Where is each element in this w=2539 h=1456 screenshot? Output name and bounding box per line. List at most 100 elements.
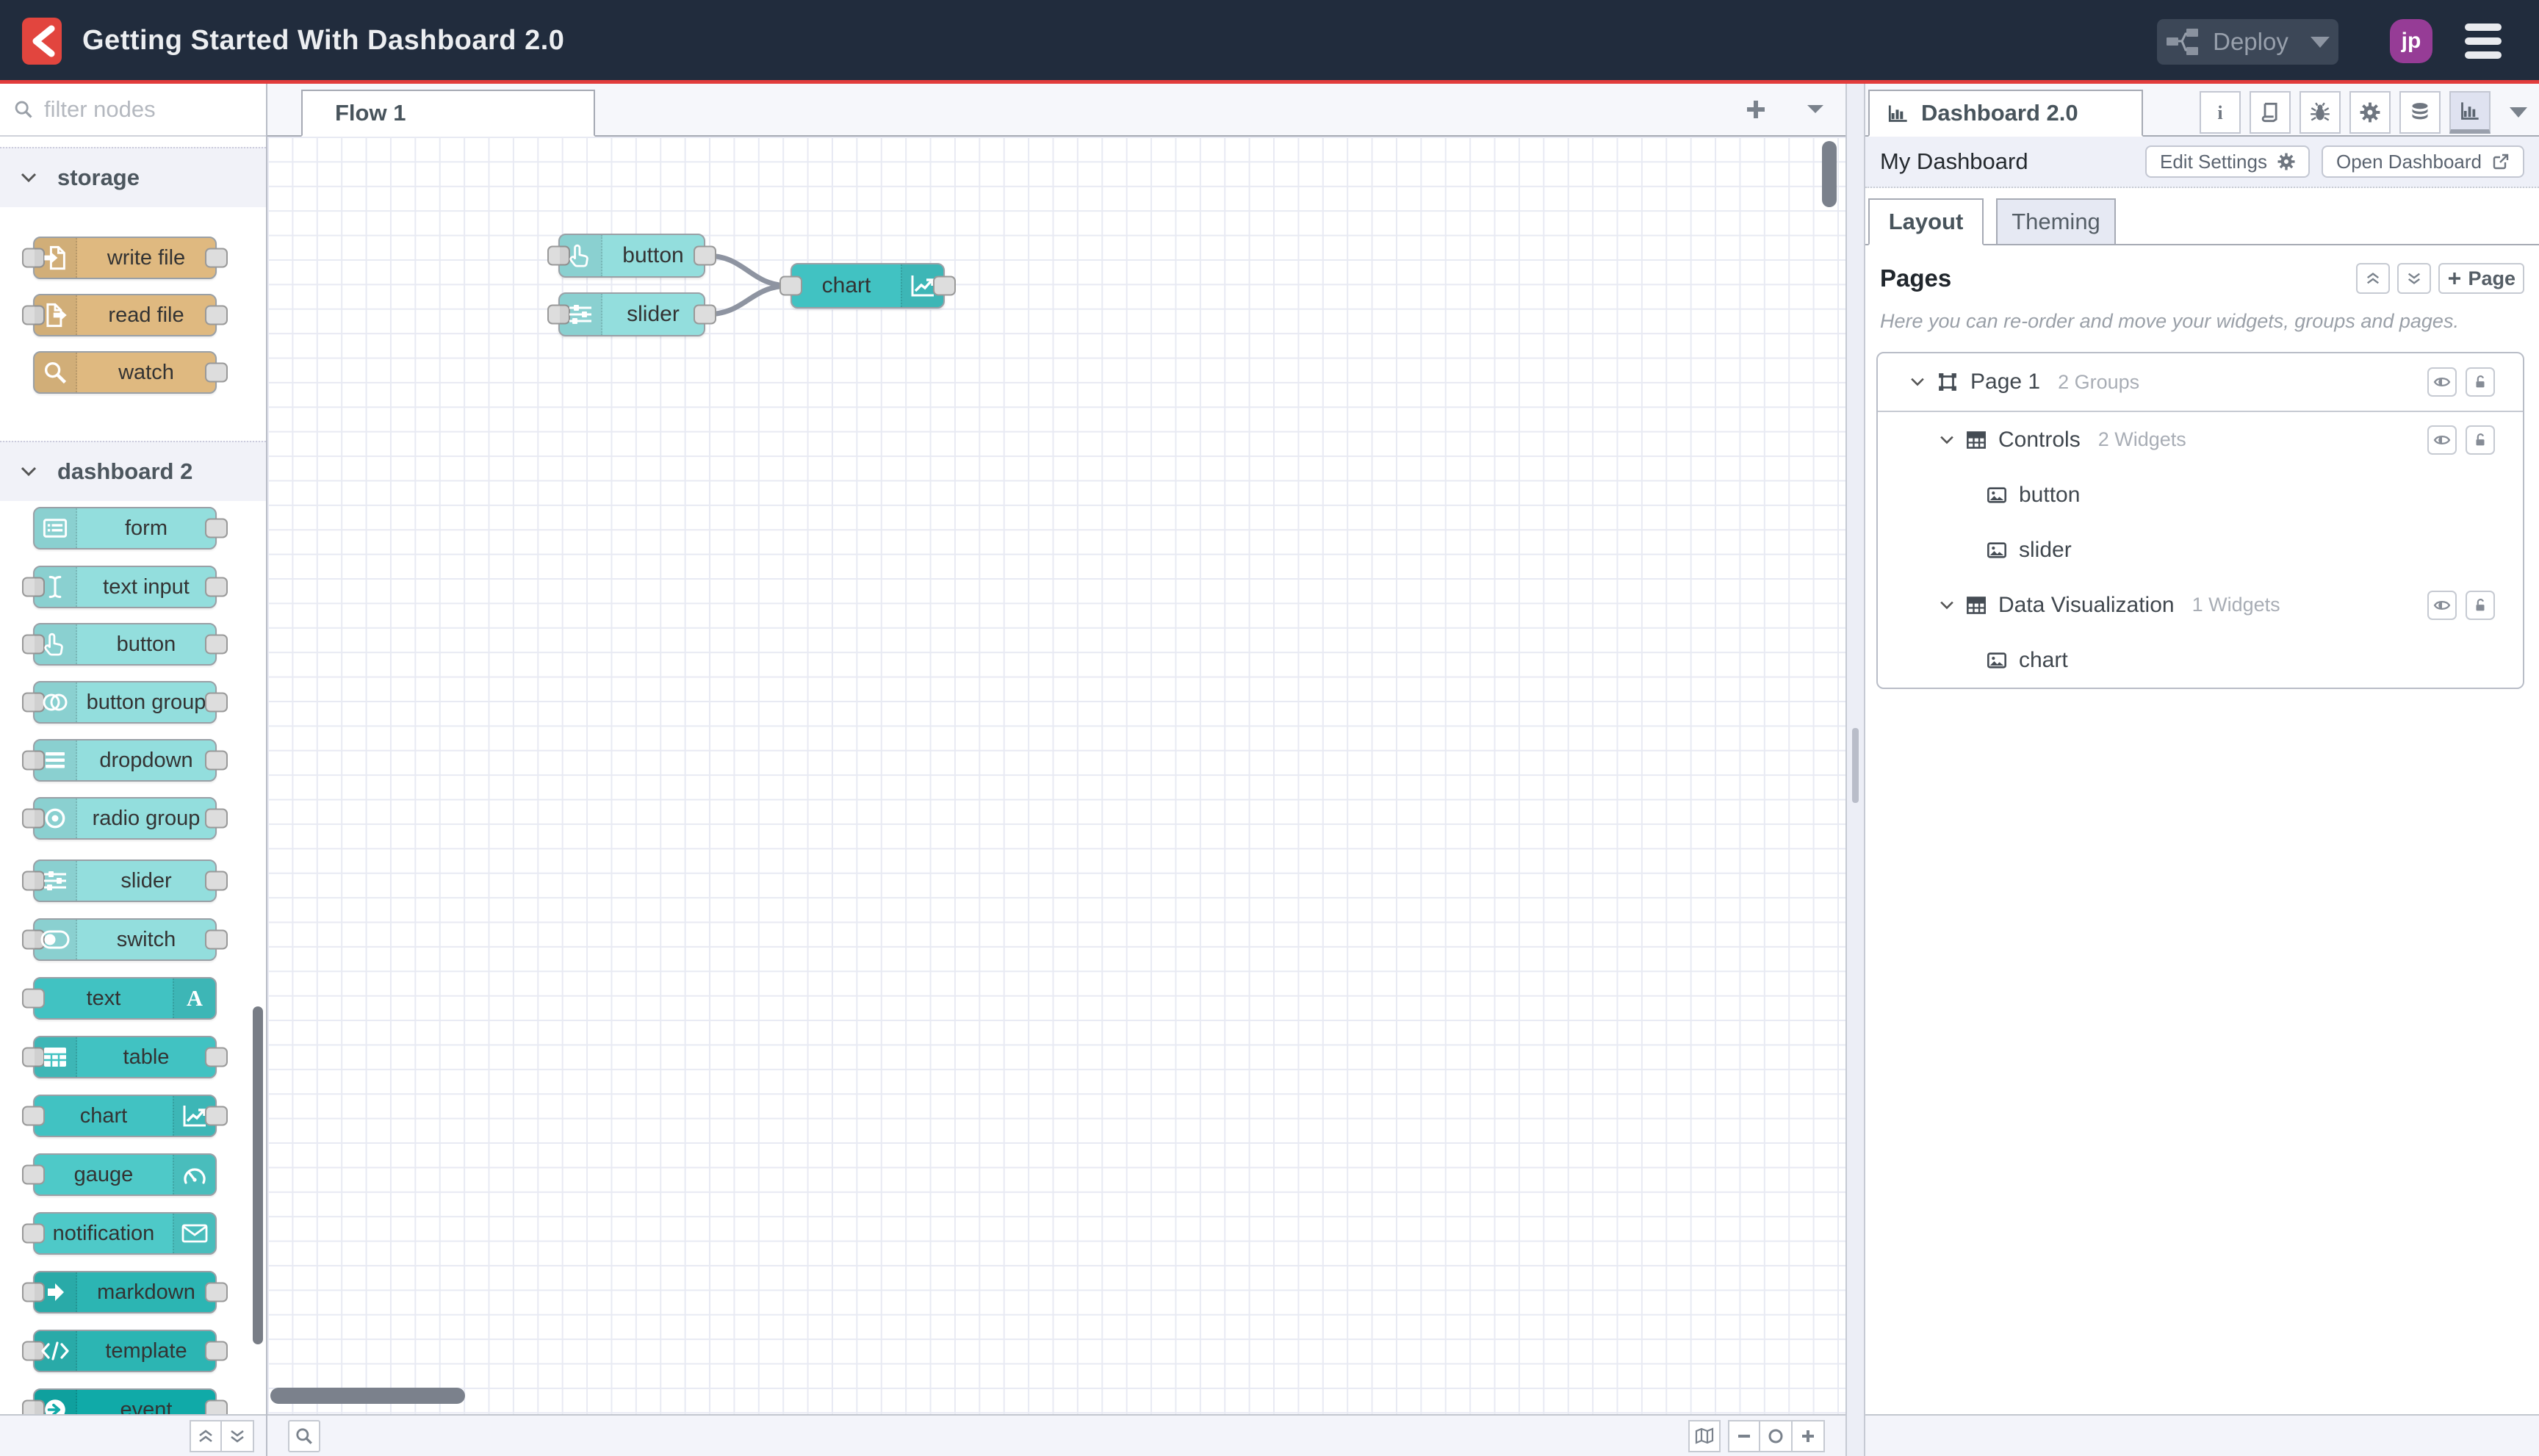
palette-node-text-input[interactable]: text input bbox=[22, 566, 228, 608]
flow-canvas[interactable]: button slider chart bbox=[267, 137, 1845, 1414]
palette-node-write-file[interactable]: write file bbox=[22, 237, 228, 279]
palette-node-notification[interactable]: notification bbox=[22, 1212, 217, 1255]
palette-node-table[interactable]: table bbox=[22, 1036, 228, 1078]
node-port-output[interactable] bbox=[205, 634, 228, 655]
config-nodes-tab-button[interactable] bbox=[2349, 91, 2391, 134]
palette-expand-all-button[interactable] bbox=[222, 1419, 254, 1452]
user-avatar[interactable]: jp bbox=[2390, 19, 2432, 63]
palette-node-watch[interactable]: watch bbox=[33, 351, 228, 394]
unlock-icon bbox=[2476, 598, 2485, 610]
page-icon bbox=[1939, 373, 1956, 391]
canvas-horizontal-scrollbar[interactable] bbox=[270, 1388, 465, 1404]
help-tab-button[interactable] bbox=[2250, 91, 2291, 134]
visibility-toggle-button[interactable] bbox=[2427, 425, 2457, 455]
tab-theming[interactable]: Theming bbox=[1996, 198, 2116, 245]
wire-button-to-chart[interactable] bbox=[703, 253, 793, 289]
palette-scrollbar[interactable] bbox=[253, 1006, 263, 1344]
palette-node-radio-group[interactable]: radio group bbox=[22, 797, 228, 840]
palette-node-button-group[interactable]: button group bbox=[22, 681, 228, 724]
deploy-button[interactable]: Deploy bbox=[2157, 19, 2338, 65]
visibility-toggle-button[interactable] bbox=[2427, 367, 2457, 397]
splitter-scrollbar[interactable] bbox=[1852, 728, 1859, 803]
open-dashboard-button[interactable]: Open Dashboard bbox=[2321, 145, 2524, 178]
palette-collapse-all-button[interactable] bbox=[190, 1419, 222, 1452]
tree-row-widget-button[interactable]: button bbox=[1878, 467, 2523, 522]
chevron-down-icon[interactable] bbox=[1940, 435, 1954, 445]
palette-category-storage[interactable]: storage bbox=[0, 147, 266, 207]
expand-all-pages-button[interactable] bbox=[2397, 263, 2432, 294]
tab-layout[interactable]: Layout bbox=[1868, 198, 1984, 245]
dashboard-tab-button[interactable] bbox=[2449, 91, 2491, 134]
sidebar-tabs-caret-icon[interactable] bbox=[2510, 107, 2527, 118]
debug-tab-button[interactable] bbox=[2299, 91, 2341, 134]
lock-toggle-button[interactable] bbox=[2466, 367, 2495, 397]
deploy-caret-icon[interactable] bbox=[2310, 36, 2330, 48]
lock-toggle-button[interactable] bbox=[2466, 590, 2495, 620]
node-port-output[interactable] bbox=[205, 929, 228, 950]
edit-settings-button[interactable]: Edit Settings bbox=[2144, 145, 2310, 178]
node-port-output[interactable] bbox=[933, 275, 956, 296]
node-port-output[interactable] bbox=[205, 1341, 228, 1361]
info-tab-button[interactable]: i bbox=[2200, 91, 2241, 134]
tree-row-page-1[interactable]: Page 1 2 Groups bbox=[1878, 353, 2523, 412]
node-palette: filter nodes storage write file read fil… bbox=[0, 84, 267, 1456]
palette-node-event[interactable]: event bbox=[22, 1388, 228, 1414]
palette-node-form[interactable]: form bbox=[33, 507, 228, 549]
add-flow-button[interactable] bbox=[1743, 96, 1769, 123]
chevron-down-icon[interactable] bbox=[1910, 377, 1925, 387]
flow-node-slider[interactable]: slider bbox=[547, 292, 716, 336]
node-port-output[interactable] bbox=[205, 1047, 228, 1067]
table-icon bbox=[35, 1037, 77, 1077]
palette-node-dropdown[interactable]: dropdown bbox=[22, 739, 228, 782]
zoom-out-button[interactable] bbox=[1728, 1419, 1760, 1452]
node-port-output[interactable] bbox=[205, 1106, 228, 1126]
flow-list-caret-icon[interactable] bbox=[1804, 102, 1826, 117]
node-port-output[interactable] bbox=[205, 1399, 228, 1414]
tree-row-group-controls[interactable]: Controls 2 Widgets bbox=[1878, 412, 2523, 467]
node-port-output[interactable] bbox=[205, 518, 228, 538]
palette-node-read-file[interactable]: read file bbox=[22, 294, 228, 336]
zoom-reset-button[interactable] bbox=[1760, 1419, 1793, 1452]
zoom-in-button[interactable] bbox=[1793, 1419, 1825, 1452]
node-port-output[interactable] bbox=[205, 362, 228, 383]
node-port-output[interactable] bbox=[205, 305, 228, 325]
node-port-output[interactable] bbox=[205, 248, 228, 268]
canvas-search-button[interactable] bbox=[288, 1419, 320, 1452]
palette-node-template[interactable]: template bbox=[22, 1330, 228, 1372]
minimap-button[interactable] bbox=[1688, 1419, 1721, 1452]
palette-node-switch[interactable]: switch bbox=[22, 918, 228, 961]
flow-node-chart[interactable]: chart bbox=[779, 263, 956, 309]
node-port-output[interactable] bbox=[205, 577, 228, 597]
canvas-vertical-scrollbar[interactable] bbox=[1822, 141, 1837, 207]
chevron-down-icon[interactable] bbox=[1940, 600, 1954, 610]
node-port-output[interactable] bbox=[694, 304, 716, 325]
collapse-all-pages-button[interactable] bbox=[2356, 263, 2391, 294]
lock-toggle-button[interactable] bbox=[2466, 425, 2495, 455]
tree-row-widget-chart[interactable]: chart bbox=[1878, 633, 2523, 688]
sidebar-splitter[interactable] bbox=[1845, 84, 1865, 1456]
palette-node-text[interactable]: A text bbox=[22, 977, 217, 1020]
visibility-toggle-button[interactable] bbox=[2427, 590, 2457, 620]
wire-slider-to-chart[interactable] bbox=[703, 283, 793, 317]
palette-category-dashboard2[interactable]: dashboard 2 bbox=[0, 441, 266, 501]
context-data-tab-button[interactable] bbox=[2399, 91, 2441, 134]
palette-node-slider[interactable]: slider bbox=[22, 859, 228, 902]
palette-node-gauge[interactable]: gauge bbox=[22, 1153, 217, 1196]
node-port-output[interactable] bbox=[205, 750, 228, 771]
flow-node-button[interactable]: button bbox=[547, 234, 716, 278]
main-menu-button[interactable] bbox=[2465, 24, 2502, 59]
node-port-output[interactable] bbox=[205, 808, 228, 829]
tree-row-group-data-visualization[interactable]: Data Visualization 1 Widgets bbox=[1878, 577, 2523, 633]
palette-node-button[interactable]: button bbox=[22, 623, 228, 666]
node-port-output[interactable] bbox=[205, 692, 228, 713]
node-port-output[interactable] bbox=[205, 871, 228, 891]
add-page-button[interactable]: Page bbox=[2438, 263, 2524, 294]
palette-filter[interactable]: filter nodes bbox=[0, 84, 266, 137]
tab-dashboard-2[interactable]: Dashboard 2.0 bbox=[1868, 90, 2143, 137]
node-port-output[interactable] bbox=[694, 245, 716, 266]
tree-row-widget-slider[interactable]: slider bbox=[1878, 522, 2523, 577]
tab-flow-1[interactable]: Flow 1 bbox=[301, 90, 595, 137]
palette-node-markdown[interactable]: markdown bbox=[22, 1271, 228, 1313]
node-port-output[interactable] bbox=[205, 1282, 228, 1302]
palette-node-chart[interactable]: chart bbox=[22, 1095, 228, 1137]
